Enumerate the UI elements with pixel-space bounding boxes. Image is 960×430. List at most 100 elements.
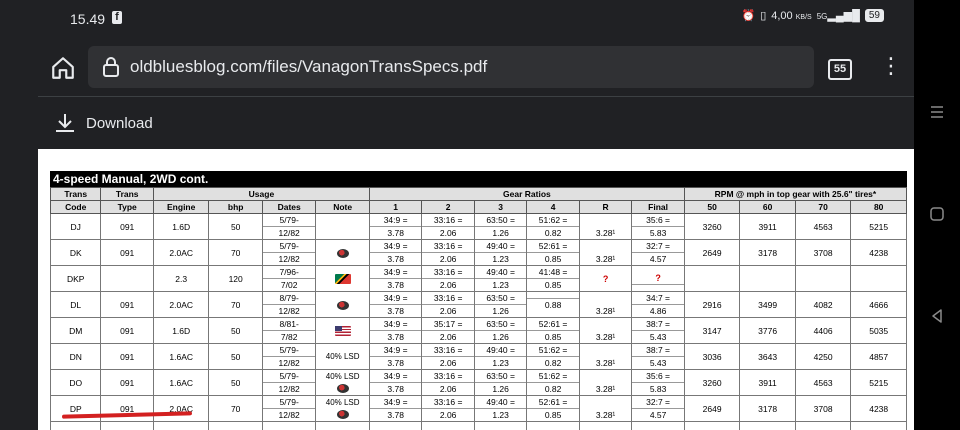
cell-dates-ratio: 8/81- <box>279 319 299 329</box>
cell-mph-80 <box>850 421 907 430</box>
cell-dates-ratio: 5/79- <box>279 371 299 381</box>
cell-gear-4-value: 0.85 <box>527 330 579 343</box>
cell-final: 38:7 = 5.43 <box>631 343 685 370</box>
cell-type: 091 <box>100 317 154 344</box>
cell-mph-60 <box>739 421 796 430</box>
cell-gear-3-ratio: 63:50 = <box>486 319 515 329</box>
cell-engine: 2.3 <box>152 265 210 292</box>
cell-mph-80: 4857 <box>850 343 907 370</box>
cell-gear-4: 51:62 = 0.82 <box>526 343 580 370</box>
cell-reverse: 3.28¹ <box>578 317 633 344</box>
cell-gear-2-ratio: 33:16 = <box>433 371 463 381</box>
cell-gear-2-ratio: 33:16 = <box>433 293 463 303</box>
table-row: DM 091 1.6D 50 8/81- 7/82 34:9 = 3.78 35:17 = 2.0… <box>49 317 907 344</box>
cell-gear-1-ratio: 34:9 = <box>383 293 408 303</box>
cell-code <box>49 421 102 430</box>
cell-mph-80: 5215 <box>850 369 907 396</box>
download-icon <box>56 114 74 132</box>
cell-mph-50: 3260 <box>683 213 741 240</box>
cell-gear-3-ratio: 49:40 = <box>486 397 515 407</box>
cell-final-value: 4.57 <box>632 408 684 421</box>
cell-dates-ratio: 5/79- <box>279 345 299 355</box>
cell-gear-3-value: 1.26 <box>475 330 526 343</box>
cell-gear-2-ratio: 35:17 = <box>433 319 463 329</box>
header-gear-1: 1 <box>368 200 423 214</box>
cell-gear-1-value: 3.78 <box>370 382 421 395</box>
tab-switcher-button[interactable]: 55 <box>828 59 852 80</box>
cell-bhp: 50 <box>208 213 263 240</box>
cell-note: 40% LSD <box>315 369 370 396</box>
cell-dates-value: 12/82 <box>263 304 315 317</box>
cell-engine: 2.0AC <box>152 291 210 318</box>
header-mph-50: 50 <box>683 200 741 214</box>
download-button[interactable]: Download <box>54 108 153 138</box>
cell-gear-3: 63:50 = 1.26 <box>473 317 528 344</box>
cell-mph-50: 3036 <box>683 343 741 370</box>
cell-gear-1-ratio: 34:9 = <box>383 241 408 251</box>
cell-final-value: 4.57 <box>632 252 684 265</box>
cell-dates-ratio: 5/79- <box>279 397 299 407</box>
cell-bhp: 50 <box>208 317 263 344</box>
cell-mph-70: 4250 <box>794 343 852 370</box>
header-mph-70: 70 <box>794 200 852 214</box>
table-row: DK 091 2.0AC 70 5/79- 12/82 34:9 = 3.78 33:16 = 2… <box>49 239 907 266</box>
cell-dates-ratio: 7/96- <box>279 267 299 277</box>
cell-gear-3-ratio: 49:40 = <box>486 267 515 277</box>
cell-gear-3-ratio: 63:50 = <box>486 293 515 303</box>
cell-gear-2: 35:17 = 2.06 <box>421 317 475 344</box>
cell-type: 091 <box>100 291 154 318</box>
cell-type: 091 <box>100 239 154 266</box>
cell-gear-4-ratio: 52:61 = <box>538 397 568 407</box>
cell-gear-4-value: 0.82 <box>527 226 579 239</box>
cell-bhp: 120 <box>208 265 263 292</box>
facebook-icon: f <box>112 11 122 24</box>
south-africa-flag-icon <box>334 274 351 285</box>
recent-apps-icon[interactable] <box>914 104 960 124</box>
cell-gear-1-value: 3.78 <box>370 408 421 421</box>
cell-mph-80: 5035 <box>850 317 907 344</box>
cell-final-ratio: 35:6 = <box>646 371 671 381</box>
cell-gear-4-value: 0.85 <box>527 252 579 265</box>
cell-final: 34:7 = 4.86 <box>631 291 685 318</box>
cell-gear-1: 34:9 = 3.78 <box>368 239 423 266</box>
nav-home-icon[interactable] <box>914 206 960 226</box>
cell-mph-60: 3911 <box>739 213 796 240</box>
cell-gear-4: 52:61 = 0.85 <box>526 239 580 266</box>
back-icon[interactable] <box>914 308 960 328</box>
cell-engine: 2.0AC <box>152 239 210 266</box>
table-row: DJ 091 1.6D 50 5/79- 12/82 34:9 = 3.78 33:16 = 2.… <box>49 213 907 240</box>
cell-final: 32:7 = 4.57 <box>631 395 685 422</box>
cell-final-ratio: 38:7 = <box>646 345 671 355</box>
pdf-viewer[interactable]: 4-speed Manual, 2WD cont. Trans Trans Us… <box>38 149 914 430</box>
cell-gear-3-ratio: 49:40 = <box>486 345 515 355</box>
cell-gear-3-value: 1.26 <box>475 304 526 317</box>
net-speed: 4,00 KB/S <box>771 9 812 22</box>
cell-mph-80: 4238 <box>850 239 907 266</box>
header-dates: Dates <box>261 200 317 214</box>
cell-engine: 1.6D <box>152 213 210 240</box>
cell-mph-60 <box>739 265 796 292</box>
cell-mph-60: 3178 <box>739 239 796 266</box>
address-bar[interactable]: oldbluesblog.com/files/VanagonTransSpecs… <box>88 46 814 88</box>
cell-mph-70 <box>794 421 852 430</box>
cell-gear-2-ratio: 33:16 = <box>433 215 463 225</box>
cell-gear-4-value: 0.82 <box>527 356 579 369</box>
cell-mph-50: 3260 <box>683 369 741 396</box>
cell-mph-70: 4082 <box>794 291 852 318</box>
cell-gear-1-value: 3.78 <box>370 226 421 239</box>
cell-gear-4: 51:62 = 0.82 <box>526 213 580 240</box>
cell-mph-50: 3147 <box>683 317 741 344</box>
download-label: Download <box>86 114 153 132</box>
cell-gear-4-ratio: 41:48 = <box>538 267 568 277</box>
url-text[interactable]: oldbluesblog.com/files/VanagonTransSpecs… <box>130 57 487 77</box>
header-gear-ratios: Gear Ratios <box>368 187 685 201</box>
cell-dates-value: 12/82 <box>263 252 315 265</box>
home-button[interactable] <box>44 46 82 90</box>
cell-gear-3-ratio: 63:50 = <box>486 371 515 381</box>
cell-mph-60: 3776 <box>739 317 796 344</box>
cell-note <box>315 213 370 240</box>
cell-final: 34:7 = <box>631 421 685 430</box>
cell-gear-1-ratio: 34:9 = <box>383 371 408 381</box>
more-vert-icon[interactable]: ⋮ <box>880 54 902 80</box>
note-text: 40% LSD <box>325 351 360 361</box>
